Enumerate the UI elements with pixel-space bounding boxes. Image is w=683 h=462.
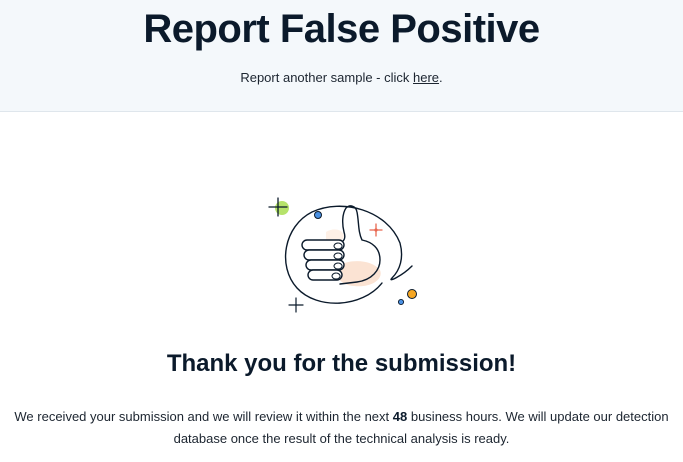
report-another-link[interactable]: here xyxy=(413,70,439,85)
confirmation-message: We received your submission and we will … xyxy=(0,406,683,450)
thank-you-heading: Thank you for the submission! xyxy=(166,350,517,377)
message-part1: We received your submission and we will … xyxy=(14,409,393,424)
subtitle-suffix: . xyxy=(439,70,443,85)
review-hours: 48 xyxy=(392,409,408,424)
report-another-text: Report another sample - click here. xyxy=(0,70,683,86)
thumbs-up-icon xyxy=(262,188,422,316)
page-title: Report False Positive xyxy=(143,7,540,51)
page-header: Report False Positive Report another sam… xyxy=(0,0,683,112)
subtitle-prefix: Report another sample - click xyxy=(240,70,414,85)
